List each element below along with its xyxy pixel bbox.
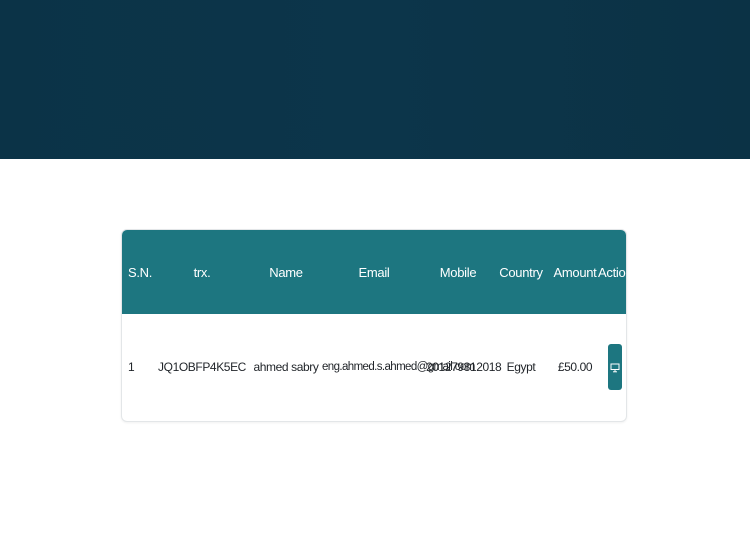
table-row: 1 JQ1OBFP4K5EC ahmed sabry eng.ahmed.s.a…	[122, 314, 626, 420]
monitor-icon	[610, 362, 620, 373]
header-name: Name	[269, 264, 303, 280]
cell-action	[598, 314, 626, 420]
header-action: Action	[598, 264, 626, 280]
transactions-table-card: S.N. trx. Name Email Mobile Country Amou…	[121, 229, 627, 422]
header-country: Country	[499, 264, 543, 280]
cell-email: eng.ahmed.s.ahmed@gmail.com	[322, 361, 475, 373]
hero-banner	[0, 0, 750, 159]
header-email: Email	[358, 264, 390, 280]
table-body: 1 JQ1OBFP4K5EC ahmed sabry eng.ahmed.s.a…	[122, 314, 626, 420]
header-trx: trx.	[193, 264, 211, 280]
table-header: S.N. trx. Name Email Mobile Country Amou…	[122, 230, 626, 314]
cell-sn: 1	[128, 360, 135, 374]
transactions-table: S.N. trx. Name Email Mobile Country Amou…	[122, 230, 626, 420]
cell-mobile: 201279312018	[426, 360, 502, 374]
header-amount: Amount	[553, 264, 597, 280]
view-details-button[interactable]	[608, 344, 622, 390]
header-mobile: Mobile	[439, 264, 477, 280]
cell-amount: £50.00	[557, 360, 593, 374]
table-header-row: S.N. trx. Name Email Mobile Country Amou…	[122, 230, 626, 314]
cell-name: ahmed sabry	[253, 360, 319, 374]
header-sn: S.N.	[128, 264, 153, 280]
cell-trx: JQ1OBFP4K5EC	[158, 360, 246, 374]
